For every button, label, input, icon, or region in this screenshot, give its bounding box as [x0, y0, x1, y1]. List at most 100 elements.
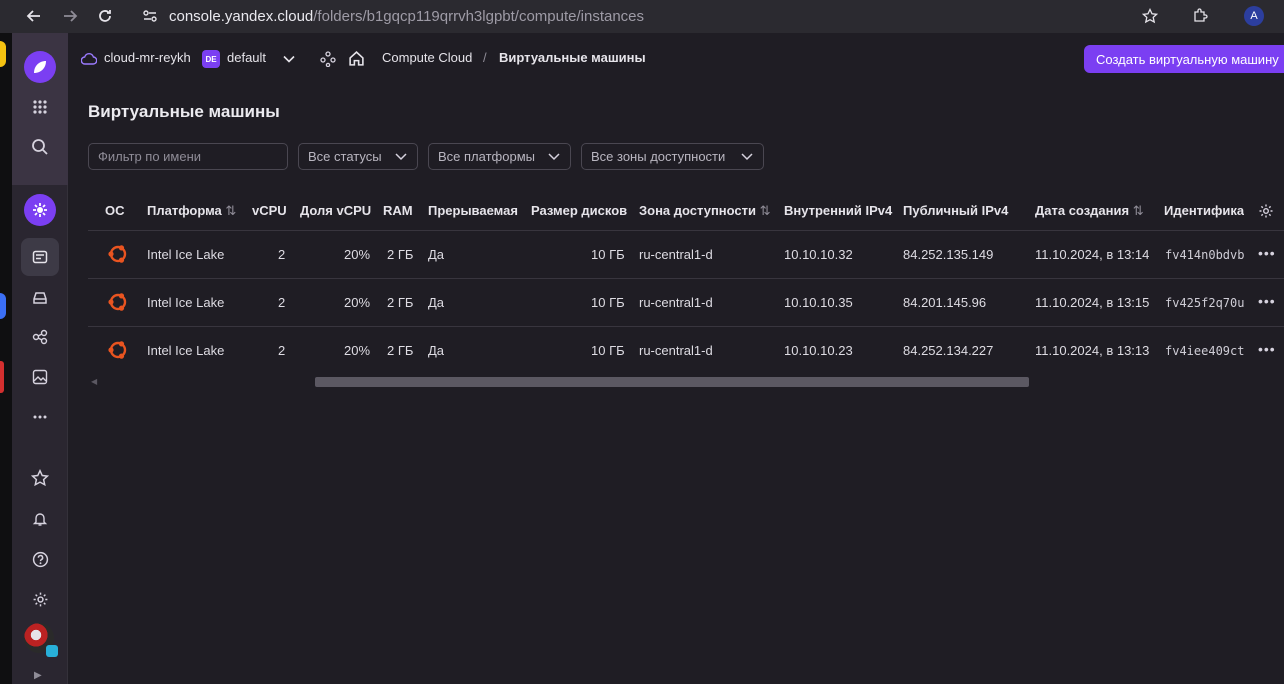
cell-disk-size: 10 ГБ	[591, 343, 625, 358]
chevron-down-icon[interactable]	[283, 54, 295, 64]
expand-sidebar-icon[interactable]: ▶	[34, 670, 42, 681]
page-title: Виртуальные машины	[88, 102, 280, 121]
cell-ipv4-internal[interactable]: 10.10.10.35	[784, 295, 853, 310]
nav-virtual-machines[interactable]	[21, 238, 59, 276]
chevron-down-icon	[395, 153, 407, 161]
back-icon[interactable]	[22, 4, 46, 28]
status-filter-value: Все статусы	[308, 149, 382, 164]
row-actions-icon[interactable]: •••	[1258, 245, 1276, 261]
horizontal-scrollbar-thumb[interactable]	[315, 377, 1029, 387]
search-icon[interactable]	[26, 133, 54, 161]
sidebar: ▶	[12, 33, 68, 684]
cell-ipv4-internal[interactable]: 10.10.10.32	[784, 247, 853, 262]
cell-id[interactable]: fv414n0bdvb	[1165, 248, 1244, 262]
services-grid-icon[interactable]	[26, 93, 54, 121]
user-badge-icon	[46, 645, 58, 657]
placement-groups-icon[interactable]	[26, 323, 54, 351]
folder-selector[interactable]: default	[227, 50, 266, 65]
zone-filter-value: Все зоны доступности	[591, 149, 726, 164]
column-header-id[interactable]: Идентифика	[1164, 203, 1244, 218]
notifications-bell-icon[interactable]	[26, 505, 54, 533]
extensions-icon[interactable]	[1188, 4, 1212, 28]
cell-id[interactable]: fv4iee409ct	[1165, 344, 1244, 358]
cell-created: 11.10.2024, в 13:15	[1035, 295, 1150, 310]
cell-vcpu: 2	[278, 343, 286, 358]
create-vm-button[interactable]: Создать виртуальную машину	[1084, 45, 1284, 73]
cell-ipv4-public[interactable]: 84.252.134.227	[903, 343, 993, 358]
ubuntu-icon	[108, 341, 127, 359]
status-filter-select[interactable]: Все статусы	[298, 143, 418, 170]
console-header: cloud-mr-reykh DE default Compute Cloud …	[69, 33, 1284, 85]
os-dock	[0, 33, 12, 684]
chevron-down-icon	[548, 153, 560, 161]
column-header-vcpu-share[interactable]: Доля vCPU	[300, 203, 371, 218]
scroll-left-icon[interactable]: ◀	[91, 377, 97, 386]
bookmark-star-icon[interactable]	[1138, 4, 1162, 28]
cell-created: 11.10.2024, в 13:14	[1035, 247, 1150, 262]
breadcrumb-service[interactable]: Compute Cloud	[382, 50, 472, 65]
column-header-ipv4-public[interactable]: Публичный IPv4	[903, 203, 1008, 218]
home-icon[interactable]	[348, 50, 365, 67]
cell-platform: Intel Ice Lake	[147, 343, 225, 358]
address-bar[interactable]: console.yandex.cloud/folders/b1gqcp119qr…	[169, 4, 644, 28]
sort-icon[interactable]: ⇅	[760, 203, 771, 218]
platform-filter-select[interactable]: Все платформы	[428, 143, 571, 170]
sort-icon[interactable]: ⇅	[225, 203, 236, 218]
table-divider	[88, 230, 1284, 231]
row-actions-icon[interactable]: •••	[1258, 341, 1276, 357]
column-header-preemptible[interactable]: Прерываемая	[428, 203, 518, 218]
cell-zone: ru-central1-d	[639, 247, 713, 262]
cell-preemptible: Да	[428, 247, 445, 262]
cloud-selector[interactable]: cloud-mr-reykh	[104, 50, 191, 65]
browser-toolbar: console.yandex.cloud/folders/b1gqcp119qr…	[0, 0, 1284, 33]
column-header-created[interactable]: Дата создания ⇅	[1035, 203, 1144, 219]
cell-vcpu: 2	[278, 247, 286, 262]
cell-ram: 2 ГБ	[387, 247, 414, 262]
ubuntu-icon	[108, 293, 127, 311]
column-header-ipv4-internal[interactable]: Внутренний IPv4	[784, 203, 892, 218]
resource-graph-icon[interactable]	[320, 51, 336, 67]
cell-vcpu-share: 20%	[344, 343, 371, 358]
help-icon[interactable]	[26, 545, 54, 573]
cell-id[interactable]: fv425f2q70u	[1165, 296, 1244, 310]
column-header-ram[interactable]: RAM	[383, 203, 413, 218]
disks-icon[interactable]	[26, 284, 54, 312]
yandex-cloud-logo[interactable]	[24, 51, 56, 83]
site-settings-icon[interactable]	[138, 4, 162, 28]
more-icon[interactable]	[26, 403, 54, 431]
url-host: console.yandex.cloud	[169, 7, 314, 25]
sort-icon[interactable]: ⇅	[1133, 203, 1144, 218]
column-header-platform-label: Платформа	[147, 203, 222, 218]
cell-vcpu-share: 20%	[344, 247, 371, 262]
images-icon[interactable]	[26, 363, 54, 391]
column-header-disk-size[interactable]: Размер дисков	[531, 203, 627, 218]
name-filter-input[interactable]: Фильтр по имени	[88, 143, 288, 170]
sidebar-top-panel	[12, 33, 68, 185]
cell-ipv4-public[interactable]: 84.201.145.96	[903, 295, 986, 310]
settings-gear-icon[interactable]	[26, 585, 54, 613]
zone-filter-select[interactable]: Все зоны доступности	[581, 143, 764, 170]
cell-created: 11.10.2024, в 13:13	[1035, 343, 1150, 358]
cell-ram: 2 ГБ	[387, 295, 414, 310]
table-divider	[88, 326, 1284, 327]
cell-preemptible: Да	[428, 343, 445, 358]
cell-ipv4-public[interactable]: 84.252.135.149	[903, 247, 993, 262]
profile-avatar[interactable]: A	[1244, 6, 1264, 26]
column-header-platform[interactable]: Платформа ⇅	[147, 203, 236, 219]
compute-service-icon[interactable]	[24, 194, 56, 226]
column-header-os[interactable]: ОС	[105, 203, 125, 218]
cell-ram: 2 ГБ	[387, 343, 414, 358]
column-header-zone[interactable]: Зона доступности ⇅	[639, 203, 771, 219]
cell-disk-size: 10 ГБ	[591, 295, 625, 310]
reload-icon[interactable]	[93, 4, 117, 28]
cell-platform: Intel Ice Lake	[147, 295, 225, 310]
column-header-vcpu[interactable]: vCPU	[252, 203, 287, 218]
table-settings-gear-icon[interactable]	[1258, 203, 1274, 219]
column-header-created-label: Дата создания	[1035, 203, 1130, 218]
cloud-icon	[81, 53, 97, 65]
row-actions-icon[interactable]: •••	[1258, 293, 1276, 309]
forward-icon[interactable]	[58, 4, 82, 28]
favorites-star-icon[interactable]	[26, 464, 54, 492]
table-divider	[88, 278, 1284, 279]
cell-ipv4-internal[interactable]: 10.10.10.23	[784, 343, 853, 358]
